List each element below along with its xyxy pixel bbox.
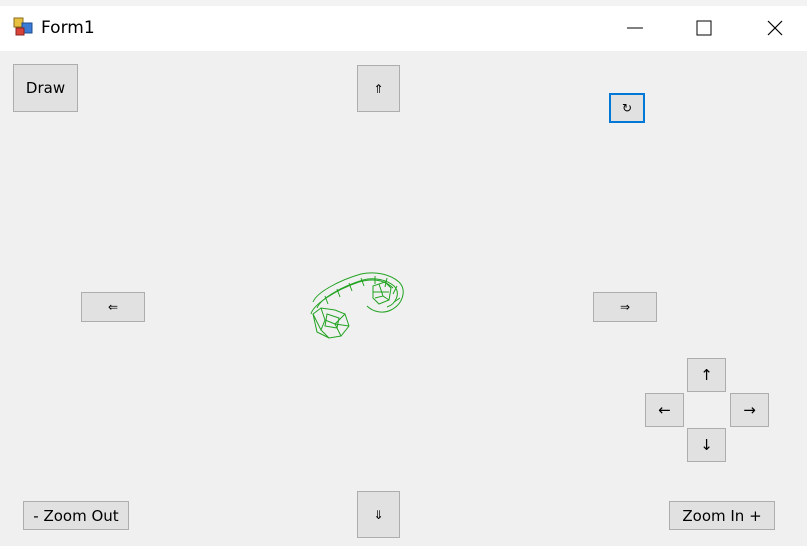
zoom-out-button[interactable]: - Zoom Out	[23, 501, 129, 530]
title-bar[interactable]: Form1	[0, 6, 807, 51]
minimize-button[interactable]	[612, 6, 658, 51]
move-down-button[interactable]: ↓	[687, 428, 726, 462]
draw-button[interactable]: Draw	[13, 64, 78, 112]
wireframe-drawing	[295, 262, 415, 347]
rotate-left-button[interactable]: ⇐	[81, 292, 145, 322]
rotate-button[interactable]: ↻	[609, 93, 645, 123]
form-window: Form1 Draw ⇑ ↻ ⇐ ⇒ ↑ ← → ↓ - Zoom Out ⇓ …	[0, 0, 807, 546]
move-up-button[interactable]: ↑	[687, 358, 726, 392]
window-title: Form1	[41, 18, 95, 38]
zoom-in-button[interactable]: Zoom In +	[669, 501, 775, 530]
move-left-button[interactable]: ←	[645, 393, 684, 427]
move-right-button[interactable]: →	[730, 393, 769, 427]
minimize-icon	[627, 27, 643, 29]
rotate-up-button[interactable]: ⇑	[357, 65, 400, 112]
rotate-down-button[interactable]: ⇓	[357, 491, 400, 538]
close-button[interactable]	[752, 6, 798, 51]
maximize-icon	[696, 20, 712, 36]
rotate-right-button[interactable]: ⇒	[593, 292, 657, 322]
app-icon	[13, 17, 33, 37]
maximize-button[interactable]	[681, 6, 727, 51]
close-icon	[767, 20, 783, 36]
